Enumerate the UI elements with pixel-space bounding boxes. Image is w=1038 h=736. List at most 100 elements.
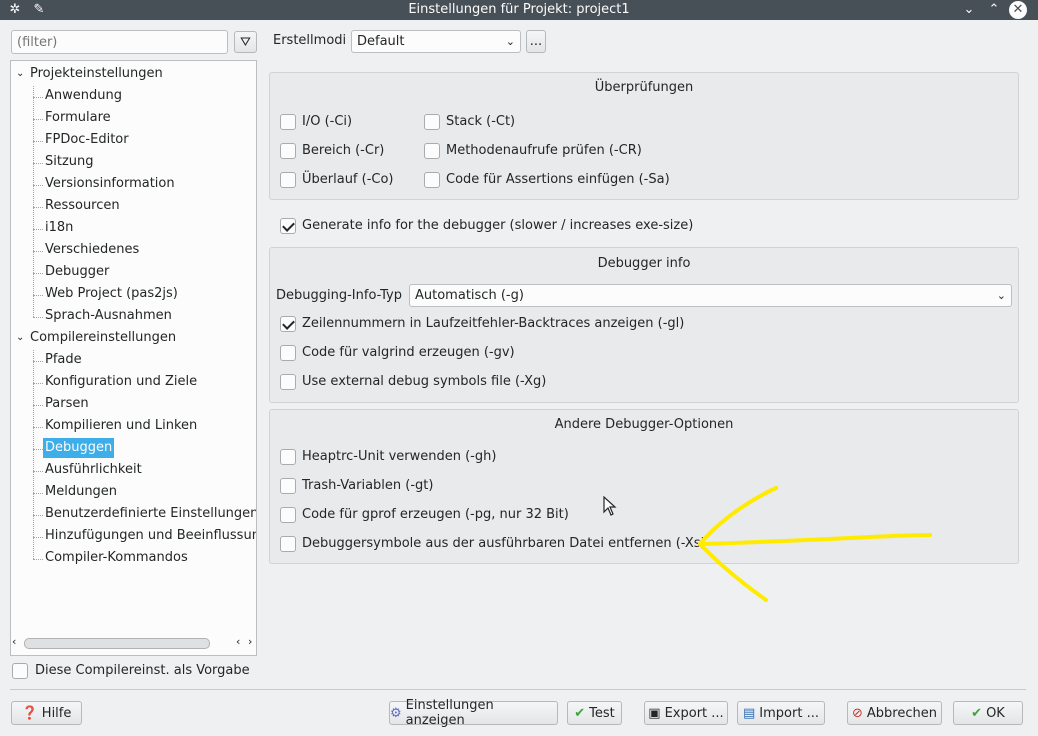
options-tree[interactable]: ⌄ Projekteinstellungen Anwendung Formulare F… xyxy=(10,60,257,656)
tree-item[interactable]: Ressourcen xyxy=(45,196,120,216)
check-icon: ✔ xyxy=(574,705,586,721)
help-icon: ❓ xyxy=(21,705,38,721)
default-settings-label: Diese Compilereinst. als Vorgabe xyxy=(35,663,250,678)
debug-info-option-0-checkbox[interactable] xyxy=(280,316,296,332)
scroll-right-icon[interactable]: › xyxy=(248,635,252,648)
other-debug-option-2-label: Code für gprof erzeugen (-pg, nur 32 Bit… xyxy=(302,507,569,522)
tree-expand-icon[interactable]: ⌄ xyxy=(16,64,24,84)
check-left-0-label: I/O (-Ci) xyxy=(302,114,353,129)
debug-info-option-0-label: Zeilennummern in Laufzeitfehler-Backtrac… xyxy=(302,316,685,331)
tree-item[interactable]: Sprach-Ausnahmen xyxy=(45,306,172,326)
filter-input[interactable] xyxy=(11,30,228,54)
scroll-left-icon[interactable]: ‹ xyxy=(12,635,16,648)
tree-item[interactable]: Versionsinformation xyxy=(45,174,175,194)
tree-item[interactable]: Ausführlichkeit xyxy=(45,460,142,480)
ok-label: OK xyxy=(986,705,1005,721)
tree-item[interactable]: Parsen xyxy=(45,394,89,414)
tree-item[interactable]: Sitzung xyxy=(45,152,94,172)
chevron-down-icon: ⌄ xyxy=(505,35,515,48)
bottom-separator xyxy=(10,689,1026,690)
other-debug-option-1-label: Trash-Variablen (-gt) xyxy=(302,478,434,493)
tree-hscrollbar[interactable]: ‹ ‹ › xyxy=(10,635,257,650)
cancel-button[interactable]: ⊘ Abbrechen xyxy=(847,701,942,725)
window-title: Einstellungen für Projekt: project1 xyxy=(408,2,630,17)
clear-filter-button[interactable]: ⛛ xyxy=(234,31,257,53)
scrollbar-thumb[interactable] xyxy=(24,638,210,649)
other-debug-option-0-checkbox[interactable] xyxy=(280,449,296,465)
tree-item[interactable]: Debugger xyxy=(45,262,109,282)
tree-expand-icon[interactable]: ⌄ xyxy=(16,328,24,348)
check-left-2-label: Überlauf (-Co) xyxy=(302,172,394,187)
show-options-button[interactable]: ⚙ Einstellungen anzeigen xyxy=(389,698,558,728)
tree-group-0[interactable]: Projekteinstellungen xyxy=(30,64,163,84)
other-debug-option-3-checkbox[interactable] xyxy=(280,536,296,552)
test-button[interactable]: ✔ Test xyxy=(567,701,622,725)
generate-debug-label: Generate info for the debugger (slower /… xyxy=(302,218,694,233)
chevron-down-icon: ⌄ xyxy=(996,289,1006,302)
default-settings-checkbox[interactable] xyxy=(12,663,28,679)
tree-item[interactable]: Web Project (pas2js) xyxy=(45,284,178,304)
import-icon: ▤ xyxy=(743,705,756,721)
debug-info-type-select[interactable]: Automatisch (-g) ⌄ xyxy=(409,284,1012,307)
tree-item[interactable]: Hinzufügungen und Beeinflussungen xyxy=(45,526,256,546)
mouse-cursor-icon xyxy=(603,496,617,516)
check-right-1-label: Methodenaufrufe prüfen (-CR) xyxy=(446,143,642,158)
cancel-label: Abbrechen xyxy=(866,705,937,721)
tree-item[interactable]: Pfade xyxy=(45,350,82,370)
check-icon: ✔ xyxy=(971,705,983,721)
debug-info-option-1-label: Code für valgrind erzeugen (-gv) xyxy=(302,345,515,360)
build-mode-more-button[interactable]: ... xyxy=(526,30,546,53)
tree-item[interactable]: Compiler-Kommandos xyxy=(45,548,188,568)
show-options-label: Einstellungen anzeigen xyxy=(405,698,494,728)
other-debug-option-2-checkbox[interactable] xyxy=(280,507,296,523)
test-label: Test xyxy=(589,705,615,721)
export-button[interactable]: ▣ Export ... xyxy=(644,701,728,725)
tree-item[interactable]: Konfiguration und Ziele xyxy=(45,372,197,392)
tree-item[interactable]: Anwendung xyxy=(45,86,122,106)
import-button[interactable]: ▤ Import ... xyxy=(737,701,825,725)
check-right-0-checkbox[interactable] xyxy=(424,114,440,130)
minimize-icon[interactable]: ⌄ xyxy=(960,1,978,19)
check-left-0-checkbox[interactable] xyxy=(280,114,296,130)
help-label: Hilfe xyxy=(41,705,72,721)
maximize-icon[interactable]: ⌃ xyxy=(985,1,1003,19)
tree-item[interactable]: Verschiedenes xyxy=(45,240,139,260)
generate-debug-checkbox[interactable] xyxy=(280,218,296,234)
check-left-1-label: Bereich (-Cr) xyxy=(302,143,385,158)
tree-item[interactable]: Debuggen xyxy=(43,438,115,458)
build-mode-value: Default xyxy=(357,34,405,49)
tree-item[interactable]: FPDoc-Editor xyxy=(45,130,129,150)
check-left-1-checkbox[interactable] xyxy=(280,143,296,159)
gear-icon: ⚙ xyxy=(390,705,402,721)
close-icon[interactable]: ✕ xyxy=(1009,1,1027,19)
ok-button[interactable]: ✔ OK xyxy=(953,701,1023,725)
other-debug-option-0-label: Heaptrc-Unit verwenden (-gh) xyxy=(302,449,497,464)
check-right-1-checkbox[interactable] xyxy=(424,143,440,159)
other-debug-option-3-label: Debuggersymbole aus der ausführbaren Dat… xyxy=(302,536,706,551)
tree-item[interactable]: Formulare xyxy=(45,108,111,128)
check-right-2-checkbox[interactable] xyxy=(424,172,440,188)
debug-info-type-value: Automatisch (-g) xyxy=(415,288,524,303)
debugger-info-title: Debugger info xyxy=(597,256,691,271)
annotation-arrow xyxy=(698,486,932,602)
check-right-0-label: Stack (-Ct) xyxy=(446,114,516,129)
tree-item[interactable]: Benutzerdefinierte Einstellungen xyxy=(45,504,256,524)
cancel-icon: ⊘ xyxy=(852,705,863,721)
title-bar: ✲ ✎ Einstellungen für Projekt: project1 … xyxy=(0,0,1038,20)
tree-item[interactable]: Meldungen xyxy=(45,482,117,502)
scroll-left-arrow-icon[interactable]: ‹ xyxy=(236,635,240,648)
help-button[interactable]: ❓ Hilfe xyxy=(11,701,82,725)
tree-group-1[interactable]: Compilereinstellungen xyxy=(30,328,176,348)
debug-info-option-2-label: Use external debug symbols file (-Xg) xyxy=(302,374,547,389)
debug-info-option-2-checkbox[interactable] xyxy=(280,374,296,390)
other-debug-option-1-checkbox[interactable] xyxy=(280,478,296,494)
build-mode-more-label: ... xyxy=(529,34,543,49)
build-mode-select[interactable]: Default ⌄ xyxy=(351,30,521,53)
check-left-2-checkbox[interactable] xyxy=(280,172,296,188)
tree-item[interactable]: Kompilieren und Linken xyxy=(45,416,197,436)
tree-item[interactable]: i18n xyxy=(45,218,73,238)
build-mode-label: Erstellmodi xyxy=(273,33,347,48)
debug-info-option-1-checkbox[interactable] xyxy=(280,345,296,361)
debug-info-type-label: Debugging-Info-Typ xyxy=(276,288,403,303)
other-debugger-title: Andere Debugger-Optionen xyxy=(554,417,734,432)
